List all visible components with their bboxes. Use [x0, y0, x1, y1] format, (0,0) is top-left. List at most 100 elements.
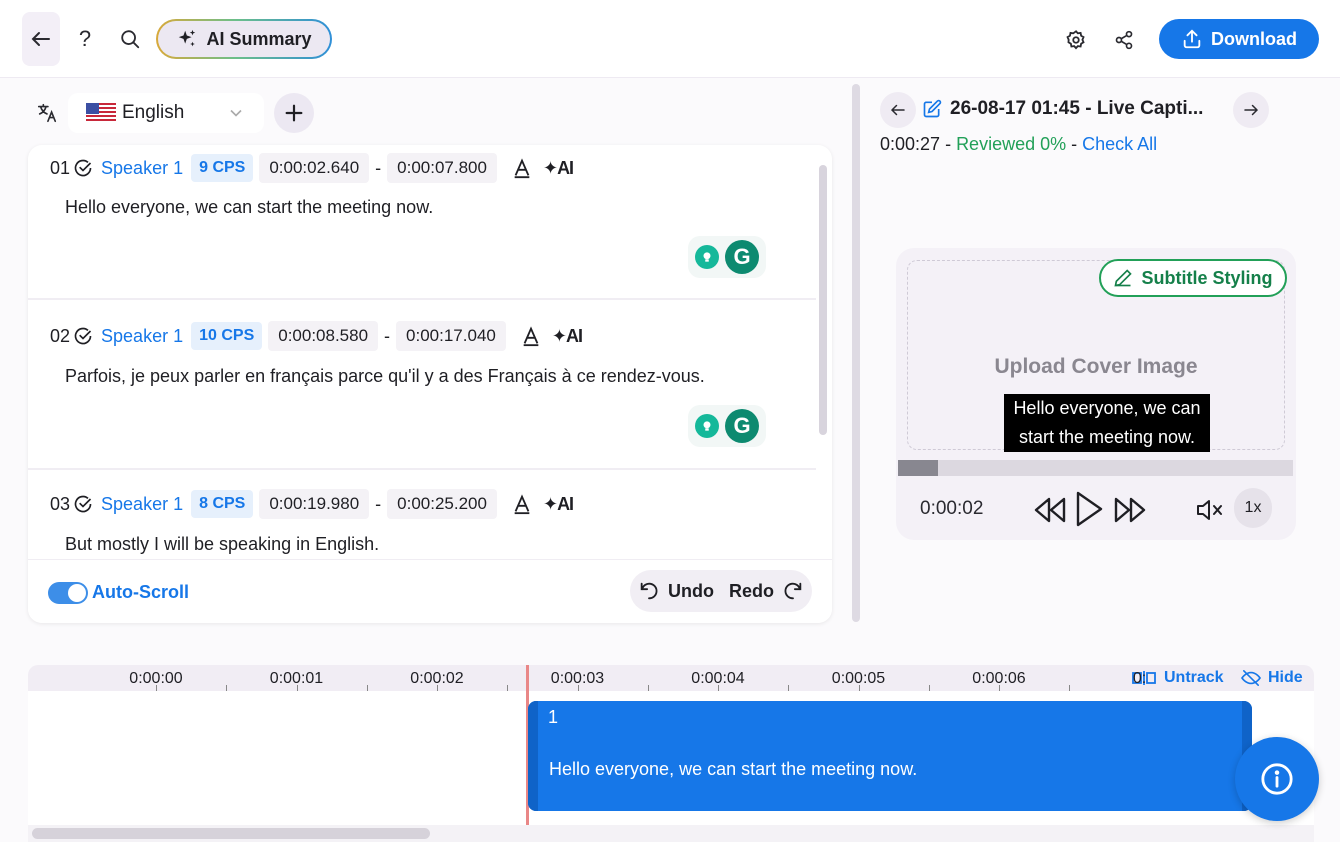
subtitle-text[interactable]: Hello everyone, we can start the meeting…: [65, 197, 433, 218]
current-time: 0:00:02: [920, 498, 984, 519]
rewind-button[interactable]: [1032, 492, 1068, 528]
timeline-minor-tick: [858, 685, 860, 691]
subtitle-item[interactable]: 02 Speaker 1 10 CPS 0:00:08.580 - 0:00:1…: [28, 300, 816, 470]
hide-timeline-button[interactable]: Hide: [1240, 669, 1303, 687]
subtitle-styling-label: Subtitle Styling: [1141, 267, 1273, 288]
help-button[interactable]: ?: [72, 24, 98, 54]
volume-muted-icon: [1197, 500, 1222, 520]
reviewed-status: Reviewed 0%: [956, 134, 1067, 154]
info-button[interactable]: [1235, 737, 1319, 821]
play-icon: [1076, 491, 1103, 527]
search-icon: [121, 30, 140, 49]
grammarly-widget[interactable]: G: [688, 405, 766, 447]
timeline-minor-tick: [928, 685, 930, 691]
mute-button[interactable]: [1194, 496, 1224, 524]
us-flag-icon: [86, 103, 116, 123]
ai-tool-button[interactable]: ✦AI: [552, 326, 583, 347]
sparkles-icon: [179, 29, 196, 47]
top-toolbar: ? AI Summary Download: [0, 0, 1340, 78]
chevron-down-icon: [230, 109, 242, 117]
start-time-field[interactable]: 0:00:19.980: [259, 489, 370, 519]
clip-start-handle[interactable]: [528, 701, 538, 811]
redo-icon: [784, 582, 802, 600]
previous-file-button[interactable]: [880, 92, 916, 128]
grammarly-logo-icon: G: [725, 240, 759, 274]
gear-icon: [1066, 30, 1085, 50]
timeline-minor-tick: [366, 685, 368, 691]
end-time-field[interactable]: 0:00:07.800: [387, 153, 497, 183]
ai-tool-button[interactable]: ✦AI: [543, 494, 574, 515]
check-circle-icon[interactable]: [73, 494, 93, 514]
check-circle-icon[interactable]: [73, 326, 93, 346]
panel-resize-handle[interactable]: [852, 84, 860, 622]
lightbulb-icon: [695, 245, 719, 269]
timeline-clip[interactable]: 1 Hello everyone, we can start the meeti…: [528, 701, 1252, 811]
text-format-icon[interactable]: [511, 493, 533, 515]
fast-forward-button[interactable]: [1112, 492, 1148, 528]
share-button[interactable]: [1110, 26, 1138, 54]
ai-tool-button[interactable]: ✦AI: [543, 158, 574, 179]
timeline-ruler[interactable]: Untrack Hide 0:00:00 0:00:01 0:00:02 0:00:0…: [28, 665, 1314, 691]
timeline[interactable]: Untrack Hide 0:00:00 0:00:01 0:00:02 0:00:0…: [28, 665, 1314, 842]
file-title[interactable]: 26-08-17 01:45 - Live Capti...: [922, 98, 1203, 120]
language-select[interactable]: English: [68, 93, 264, 133]
arrow-right-icon: [1244, 104, 1259, 116]
auto-scroll-label[interactable]: Auto-Scroll: [92, 582, 189, 603]
timeline-scrollbar-thumb[interactable]: [32, 828, 430, 839]
timeline-tick-label: 0:: [1132, 670, 1147, 687]
timeline-scrollbar[interactable]: [28, 825, 1314, 842]
subtitle-styling-button[interactable]: Subtitle Styling: [1099, 259, 1287, 297]
start-time-field[interactable]: 0:00:08.580: [268, 321, 379, 351]
undo-button[interactable]: Undo: [638, 580, 714, 602]
next-file-button[interactable]: [1233, 92, 1269, 128]
text-format-icon[interactable]: [511, 157, 533, 179]
clip-number: 1: [548, 707, 559, 727]
check-circle-icon[interactable]: [73, 158, 93, 178]
playback-speed-button[interactable]: 1x: [1234, 488, 1272, 528]
subtitle-list: 01 Speaker 1 9 CPS 0:00:02.640 - 0:00:07…: [28, 145, 832, 623]
add-language-button[interactable]: [274, 93, 314, 133]
timeline-minor-tick: [1069, 685, 1071, 691]
settings-button[interactable]: [1062, 26, 1090, 54]
timeline-minor-tick: [577, 685, 579, 691]
subtitle-text[interactable]: Parfois, je peux parler en français parc…: [65, 366, 705, 387]
timeline-minor-tick: [718, 685, 719, 691]
scrollbar-thumb[interactable]: [819, 165, 827, 435]
speaker-name[interactable]: Speaker 1: [101, 158, 183, 179]
redo-button[interactable]: Redo: [729, 580, 804, 602]
search-button[interactable]: [116, 24, 144, 54]
time-separator: -: [375, 493, 382, 514]
arrow-left-icon: [31, 32, 50, 46]
text-format-icon[interactable]: [520, 325, 542, 347]
untrack-label: Untrack: [1164, 669, 1224, 686]
subtitle-item[interactable]: 01 Speaker 1 9 CPS 0:00:02.640 - 0:00:07…: [28, 145, 816, 300]
playback-progress-fill: [898, 460, 938, 476]
timeline-minor-tick: [437, 685, 438, 691]
play-button[interactable]: [1072, 488, 1106, 530]
subtitle-item[interactable]: 03 Speaker 1 8 CPS 0:00:19.980 - 0:00:25…: [28, 470, 816, 560]
ai-summary-button[interactable]: AI Summary: [156, 19, 332, 59]
subtitle-text[interactable]: But mostly I will be speaking in English…: [65, 534, 379, 555]
grammarly-widget[interactable]: G: [688, 236, 766, 278]
end-time-field[interactable]: 0:00:25.200: [387, 489, 497, 519]
speaker-name[interactable]: Speaker 1: [101, 326, 183, 347]
check-all-link[interactable]: Check All: [1082, 134, 1157, 154]
file-status-line: 0:00:27 - Reviewed 0% - Check All: [880, 134, 1158, 154]
speaker-name[interactable]: Speaker 1: [101, 494, 183, 515]
cps-badge: 9 CPS: [191, 154, 254, 182]
auto-scroll-toggle[interactable]: [48, 582, 88, 604]
playback-progress-bar[interactable]: [898, 460, 1293, 476]
plus-icon: [285, 104, 303, 122]
undo-redo-group: Undo Redo: [630, 570, 812, 612]
caption-preview: Hello everyone, we can start the meeting…: [1004, 394, 1210, 452]
list-scrollbar[interactable]: [818, 151, 828, 557]
language-label: English: [122, 102, 185, 123]
undo-label: Undo: [668, 580, 714, 601]
end-time-field[interactable]: 0:00:17.040: [396, 321, 506, 351]
hide-label: Hide: [1268, 669, 1303, 686]
download-button[interactable]: Download: [1159, 19, 1319, 59]
start-time-field[interactable]: 0:00:02.640: [259, 153, 370, 183]
arrow-left-icon: [890, 104, 905, 116]
edit-icon: [923, 99, 942, 118]
back-button[interactable]: [22, 12, 60, 66]
